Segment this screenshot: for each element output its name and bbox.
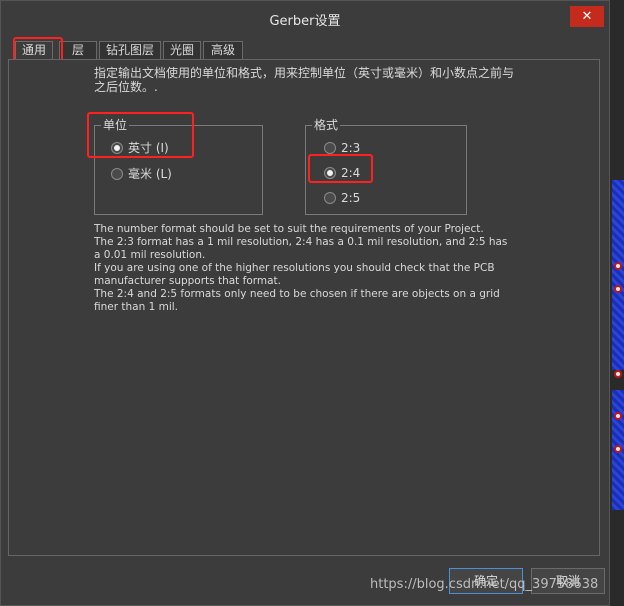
close-button[interactable]: ✕ [570, 6, 604, 27]
tab-drill-drawing[interactable]: 钻孔图层 [99, 41, 161, 60]
info-line: The number format should be set to suit … [94, 223, 484, 235]
watermark-text: https://blog.csdn.net/qq_39758638 [370, 577, 599, 592]
pcb-board-graphic [612, 180, 624, 370]
gerber-settings-dialog: Gerber设置 ✕ 通用 层 钻孔图层 光圈 高级 指定输出文档使用的单位和格… [0, 0, 610, 606]
radio-format-2-5-label: 2:5 [341, 191, 361, 205]
radio-button[interactable] [324, 192, 336, 204]
info-line: If you are using one of the higher resol… [94, 262, 498, 287]
pcb-pad-graphic [614, 412, 622, 420]
format-info-text: The number format should be set to suit … [94, 223, 514, 314]
dialog-title: Gerber设置 [269, 14, 341, 29]
close-icon: ✕ [581, 9, 593, 24]
tab-advanced[interactable]: 高级 [203, 41, 243, 60]
highlight-annotation [308, 154, 373, 183]
radio-button[interactable] [111, 168, 123, 180]
radio-millimeters-label: 毫米 (L) [128, 167, 172, 181]
radio-button[interactable] [324, 142, 336, 154]
tab-layers[interactable]: 层 [59, 41, 97, 60]
info-line: The 2:3 format has a 1 mil resolution, 2… [94, 236, 511, 261]
title-bar[interactable]: Gerber设置 ✕ [1, 1, 609, 35]
tab-apertures[interactable]: 光圈 [163, 41, 201, 60]
pcb-pad-graphic [614, 370, 622, 378]
pcb-pad-graphic [614, 445, 622, 453]
pcb-pad-graphic [614, 262, 622, 270]
description-text: 指定输出文档使用的单位和格式，用来控制单位（英寸或毫米）和小数点之前与之后位数。… [94, 66, 515, 94]
highlight-annotation [87, 112, 194, 158]
format-group-title: 格式 [312, 117, 341, 133]
info-line: The 2:4 and 2:5 formats only need to be … [94, 288, 504, 313]
pcb-pad-graphic [614, 285, 622, 293]
